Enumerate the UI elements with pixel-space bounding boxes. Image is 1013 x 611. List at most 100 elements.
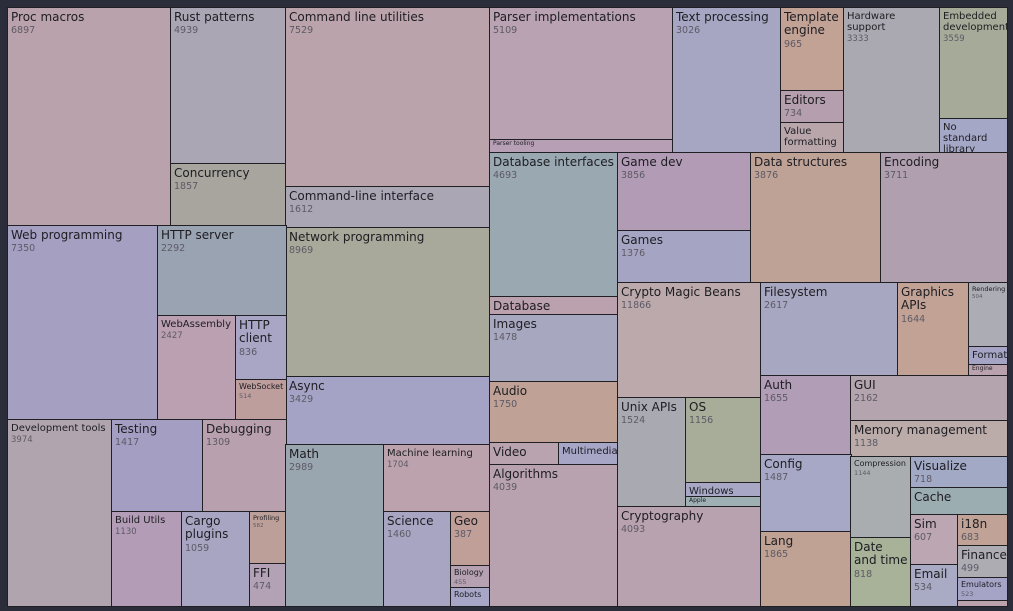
- treemap-cell-unix-apis[interactable]: Unix APIs 1524: [617, 397, 687, 508]
- cell-value: 3333: [847, 34, 869, 45]
- treemap-cell-http-client[interactable]: HTTP client 836: [235, 315, 287, 381]
- cell-value: 4039: [493, 482, 518, 494]
- treemap-cell-ffi[interactable]: FFI 474: [249, 563, 287, 607]
- treemap-cell-games[interactable]: Games 1376: [617, 230, 752, 284]
- cell-value: 1417: [115, 437, 140, 449]
- treemap-cell-sim[interactable]: Sim 607: [910, 514, 959, 566]
- cell-label: Crypto Magic Beans: [621, 285, 741, 299]
- treemap-cell-no-standard-library[interactable]: No standard library: [939, 118, 1008, 154]
- treemap-cell-os[interactable]: OS 1156: [685, 397, 762, 484]
- treemap-cell-database-interfaces[interactable]: Database interfaces 4693: [489, 152, 619, 298]
- treemap-cell-rendering[interactable]: Rendering 504: [968, 282, 1008, 348]
- treemap-cell-embedded-development[interactable]: Embedded development 3559: [939, 7, 1008, 120]
- cell-label: HTTP client: [239, 318, 272, 346]
- cell-value: 3876: [754, 170, 779, 182]
- treemap-cell-visualize[interactable]: Visualize 718: [910, 456, 1008, 489]
- cell-value: 734: [784, 108, 803, 120]
- treemap-cell-formats[interactable]: Formats: [968, 346, 1008, 366]
- treemap-cell-biology[interactable]: Biology 455: [450, 565, 491, 589]
- treemap-cell-date-and-time[interactable]: Date and time 818: [850, 537, 912, 607]
- cell-label: Multimedia: [562, 446, 618, 457]
- treemap-cell-algorithms[interactable]: Algorithms 4039: [489, 464, 619, 607]
- cell-value: 607: [914, 532, 933, 544]
- cell-value: 1644: [901, 313, 926, 325]
- treemap-cell-config[interactable]: Config 1487: [760, 454, 852, 533]
- cell-label: Template engine: [784, 10, 839, 38]
- cell-value: 2427: [161, 331, 183, 342]
- cell-label: Concurrency: [174, 166, 250, 180]
- treemap-cell-profiling[interactable]: Profiling 582: [249, 511, 287, 565]
- treemap-cell-text-processing[interactable]: Text processing 3026: [672, 7, 782, 154]
- cell-label: No standard library: [943, 122, 988, 154]
- treemap-cell-database[interactable]: Database: [489, 296, 619, 316]
- treemap-cell-proc-macros[interactable]: Proc macros 6897: [7, 7, 172, 227]
- treemap-cell-http-server[interactable]: HTTP server 2292: [157, 225, 287, 317]
- treemap-cell-encoding[interactable]: Encoding 3711: [880, 152, 1008, 284]
- treemap-cell-geo[interactable]: Geo 387: [450, 511, 491, 567]
- treemap-cell-web-programming[interactable]: Web programming 7350: [7, 225, 159, 421]
- treemap-cell-cryptography[interactable]: Cryptography 4093: [617, 506, 762, 607]
- cell-label: Images: [493, 317, 537, 331]
- treemap-cell-images[interactable]: Images 1478: [489, 314, 619, 383]
- cell-value: 499: [961, 563, 980, 575]
- cell-label: Cache: [914, 490, 952, 504]
- treemap-cell-machine-learning[interactable]: Machine learning 1704: [383, 444, 491, 513]
- treemap-cell-emulators[interactable]: Emulators 523: [957, 577, 1008, 602]
- cell-label: Graphics APIs: [901, 285, 954, 313]
- cell-label: Emulators: [961, 580, 1002, 589]
- treemap-cell-lang[interactable]: Lang 1865: [760, 531, 852, 607]
- treemap-cell-command-line-utilities[interactable]: Command line utilities 7529: [285, 7, 491, 188]
- cell-value: 534: [914, 582, 933, 594]
- treemap-cell-video[interactable]: Video: [489, 442, 560, 466]
- treemap-cell-i18n[interactable]: i18n 683: [957, 514, 1008, 547]
- treemap-cell-hardware-support[interactable]: Hardware support 3333: [843, 7, 941, 154]
- treemap-cell-audio[interactable]: Audio 1750: [489, 381, 619, 444]
- treemap-cell-memory-management[interactable]: Memory management 1138: [850, 420, 1008, 458]
- treemap-cell-compression[interactable]: Compression 1144: [850, 456, 912, 539]
- cell-value: 3026: [676, 25, 701, 37]
- cell-label: Email: [914, 567, 948, 581]
- treemap-cell-robots[interactable]: Robots: [450, 587, 491, 607]
- cell-label: Debugging: [206, 422, 272, 436]
- treemap-cell-email[interactable]: Email 534: [910, 564, 959, 607]
- treemap-cell-template-engine[interactable]: Template engine 965: [780, 7, 845, 92]
- treemap-cell-async[interactable]: Async 3429: [285, 376, 491, 446]
- treemap-cell-multimedia[interactable]: Multimedia: [558, 442, 619, 466]
- treemap-cell-cache[interactable]: Cache: [910, 487, 1008, 516]
- treemap-cell-science[interactable]: Science 1460: [383, 511, 452, 607]
- cell-label: Parser implementations: [493, 10, 636, 24]
- cell-label: Development tools: [11, 423, 106, 434]
- treemap-cell-game-dev[interactable]: Game dev 3856: [617, 152, 752, 232]
- treemap-cell-build-utils[interactable]: Build Utils 1130: [111, 511, 183, 607]
- cell-label: Apple: [689, 497, 707, 504]
- treemap-cell-webassembly[interactable]: WebAssembly 2427: [157, 315, 237, 421]
- treemap-cell-parser-implementations[interactable]: Parser implementations 5109: [489, 7, 674, 141]
- treemap-cell-network-programming[interactable]: Network programming 8969: [285, 227, 491, 378]
- cell-value: 1865: [764, 549, 789, 561]
- treemap-cell-testing[interactable]: Testing 1417: [111, 419, 204, 513]
- cell-value: 523: [961, 589, 974, 598]
- treemap-cell-editors[interactable]: Editors 734: [780, 90, 845, 124]
- treemap-cell-auth[interactable]: Auth 1655: [760, 375, 852, 456]
- cell-value: 2617: [764, 300, 789, 312]
- treemap-cell-graphics-apis[interactable]: Graphics APIs 1644: [897, 282, 970, 377]
- treemap-cell-value-formatting[interactable]: Value formatting: [780, 122, 845, 154]
- treemap-cell-websocket[interactable]: WebSocket 514: [235, 379, 287, 421]
- cell-value: 1460: [387, 529, 412, 541]
- treemap-cell-filesystem[interactable]: Filesystem 2617: [760, 282, 899, 377]
- treemap-cell-command-line-interface[interactable]: Command-line interface 1612: [285, 186, 491, 229]
- cell-value: 1487: [764, 472, 789, 484]
- treemap-cell-crypto-magic-beans[interactable]: Crypto Magic Beans 11866: [617, 282, 762, 399]
- cell-value: 514: [239, 391, 252, 400]
- treemap-cell-development-tools[interactable]: Development tools 3974: [7, 419, 113, 607]
- treemap-cell-finance[interactable]: Finance 499: [957, 545, 1008, 579]
- treemap-cell-cargo-plugins[interactable]: Cargo plugins 1059: [181, 511, 251, 607]
- treemap-cell-data-structures[interactable]: Data structures 3876: [750, 152, 882, 284]
- treemap-cell-gui[interactable]: GUI 2162: [850, 375, 1008, 422]
- treemap-cell-unlabeled[interactable]: [957, 600, 1008, 607]
- cell-label: Memory management: [854, 423, 988, 437]
- treemap-cell-rust-patterns[interactable]: Rust patterns 4939: [170, 7, 287, 165]
- treemap-cell-concurrency[interactable]: Concurrency 1857: [170, 163, 287, 227]
- treemap-cell-debugging[interactable]: Debugging 1309: [202, 419, 287, 513]
- treemap-cell-math[interactable]: Math 2989: [285, 444, 385, 607]
